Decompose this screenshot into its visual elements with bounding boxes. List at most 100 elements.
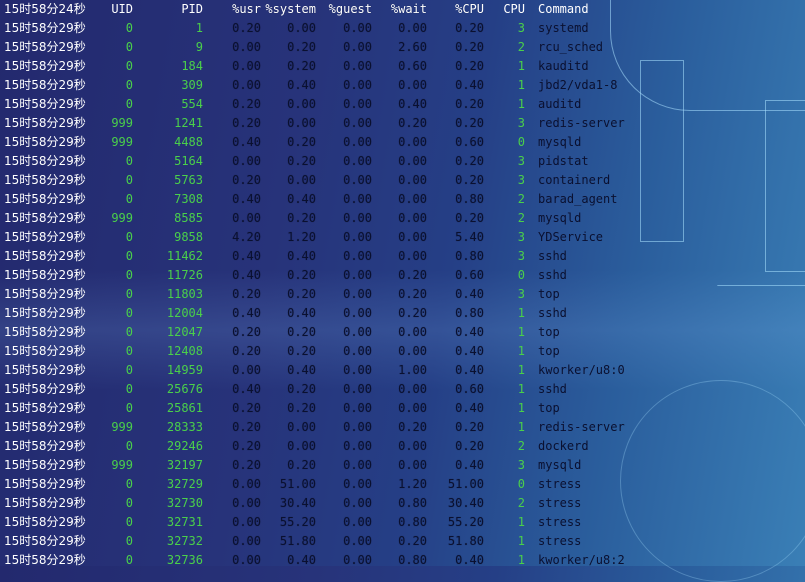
header-row: 15时58分24秒 UID PID %usr %system %guest %wait %CP… bbox=[0, 0, 805, 19]
command-cell: systemd bbox=[538, 21, 589, 35]
command-cell: stress bbox=[538, 496, 582, 510]
uid-cell: 0 bbox=[125, 40, 133, 54]
wait-cell: 0.20 bbox=[398, 268, 427, 282]
usr-cell: 0.20 bbox=[232, 420, 261, 434]
guest-cell: 0.00 bbox=[343, 401, 372, 415]
uid-cell: 0 bbox=[125, 382, 133, 396]
process-row: 15时58分29秒 0 25861 0.20 0.20 0.00 0.00 0.40 1 top bbox=[0, 399, 805, 418]
usr-cell: 0.00 bbox=[232, 78, 261, 92]
cpu-cell: 2 bbox=[517, 496, 525, 510]
usr-cell: 0.20 bbox=[232, 325, 261, 339]
uid-cell: 999 bbox=[111, 116, 133, 130]
command-cell: top bbox=[538, 401, 560, 415]
guest-cell: 0.00 bbox=[343, 173, 372, 187]
uid-cell: 999 bbox=[111, 211, 133, 225]
usr-cell: 0.00 bbox=[232, 154, 261, 168]
system-cell: 51.00 bbox=[279, 477, 316, 491]
guest-cell: 0.00 bbox=[343, 249, 372, 263]
process-row: 15时58分29秒 999 4488 0.40 0.20 0.00 0.00 0.60 0 mys… bbox=[0, 133, 805, 152]
system-cell: 0.00 bbox=[287, 439, 316, 453]
wait-cell: 0.00 bbox=[398, 154, 427, 168]
uid-cell: 999 bbox=[111, 420, 133, 434]
process-row: 15时58分29秒 999 32197 0.20 0.20 0.00 0.00 0.40 3 my… bbox=[0, 456, 805, 475]
usr-cell: 0.00 bbox=[232, 515, 261, 529]
command-cell: barad_agent bbox=[538, 192, 618, 206]
time-cell: 15时58分29秒 bbox=[4, 401, 86, 415]
guest-cell: 0.00 bbox=[343, 135, 372, 149]
uid-cell: 0 bbox=[125, 173, 133, 187]
usr-cell: 0.40 bbox=[232, 192, 261, 206]
usr-cell: 0.00 bbox=[232, 477, 261, 491]
command-cell: mysqld bbox=[538, 211, 582, 225]
cpu-pct-cell: 0.80 bbox=[455, 249, 484, 263]
pid-cell: 184 bbox=[181, 59, 203, 73]
command-cell: YDService bbox=[538, 230, 604, 244]
pid-cell: 8585 bbox=[174, 211, 203, 225]
pid-cell: 5164 bbox=[174, 154, 203, 168]
system-cell: 0.20 bbox=[287, 458, 316, 472]
guest-cell: 0.00 bbox=[343, 515, 372, 529]
header-pid-cell: PID bbox=[181, 2, 203, 16]
guest-cell: 0.00 bbox=[343, 477, 372, 491]
cpu-pct-cell: 51.00 bbox=[447, 477, 484, 491]
uid-cell: 0 bbox=[125, 477, 133, 491]
cpu-cell: 1 bbox=[517, 553, 525, 567]
header-uid-cell: UID bbox=[111, 2, 133, 16]
usr-cell: 0.20 bbox=[232, 344, 261, 358]
time-cell: 15时58分29秒 bbox=[4, 116, 86, 130]
uid-cell: 0 bbox=[125, 325, 133, 339]
pid-cell: 12408 bbox=[166, 344, 203, 358]
guest-cell: 0.00 bbox=[343, 192, 372, 206]
guest-cell: 0.00 bbox=[343, 59, 372, 73]
time-cell: 15时58分29秒 bbox=[4, 496, 86, 510]
usr-cell: 0.20 bbox=[232, 401, 261, 415]
wait-cell: 0.60 bbox=[398, 59, 427, 73]
usr-cell: 4.20 bbox=[232, 230, 261, 244]
system-cell: 0.20 bbox=[287, 40, 316, 54]
cpu-cell: 0 bbox=[517, 135, 525, 149]
wait-cell: 0.00 bbox=[398, 249, 427, 263]
wait-cell: 0.20 bbox=[398, 116, 427, 130]
time-cell: 15时58分29秒 bbox=[4, 78, 86, 92]
command-cell: dockerd bbox=[538, 439, 589, 453]
usr-cell: 0.20 bbox=[232, 458, 261, 472]
command-cell: sshd bbox=[538, 306, 567, 320]
usr-cell: 0.40 bbox=[232, 135, 261, 149]
pid-cell: 32729 bbox=[166, 477, 203, 491]
cpu-pct-cell: 0.60 bbox=[455, 135, 484, 149]
command-cell: top bbox=[538, 287, 560, 301]
time-cell: 15时58分29秒 bbox=[4, 249, 86, 263]
cpu-cell: 3 bbox=[517, 287, 525, 301]
process-row: 15时58分29秒 0 11462 0.40 0.40 0.00 0.00 0.80 3 sshd bbox=[0, 247, 805, 266]
time-cell: 15时58分29秒 bbox=[4, 382, 86, 396]
cpu-pct-cell: 0.20 bbox=[455, 40, 484, 54]
uid-cell: 0 bbox=[125, 344, 133, 358]
cpu-cell: 1 bbox=[517, 78, 525, 92]
cpu-cell: 2 bbox=[517, 211, 525, 225]
pid-cell: 12047 bbox=[166, 325, 203, 339]
system-cell: 0.40 bbox=[287, 306, 316, 320]
guest-cell: 0.00 bbox=[343, 553, 372, 567]
cpu-pct-cell: 0.20 bbox=[455, 97, 484, 111]
header-guest-cell: %guest bbox=[328, 2, 372, 16]
uid-cell: 0 bbox=[125, 268, 133, 282]
system-cell: 0.00 bbox=[287, 21, 316, 35]
cpu-cell: 3 bbox=[517, 173, 525, 187]
usr-cell: 0.00 bbox=[232, 363, 261, 377]
command-cell: jbd2/vda1-8 bbox=[538, 78, 618, 92]
time-cell: 15时58分29秒 bbox=[4, 287, 86, 301]
time-cell: 15时58分29秒 bbox=[4, 59, 86, 73]
uid-cell: 0 bbox=[125, 363, 133, 377]
wait-cell: 0.20 bbox=[398, 534, 427, 548]
system-cell: 0.20 bbox=[287, 59, 316, 73]
pid-cell: 9858 bbox=[174, 230, 203, 244]
command-cell: sshd bbox=[538, 249, 567, 263]
time-cell: 15时58分29秒 bbox=[4, 268, 86, 282]
command-cell: sshd bbox=[538, 382, 567, 396]
cpu-cell: 3 bbox=[517, 458, 525, 472]
uid-cell: 0 bbox=[125, 192, 133, 206]
uid-cell: 999 bbox=[111, 135, 133, 149]
system-cell: 0.40 bbox=[287, 192, 316, 206]
system-cell: 0.00 bbox=[287, 420, 316, 434]
cpu-pct-cell: 55.20 bbox=[447, 515, 484, 529]
